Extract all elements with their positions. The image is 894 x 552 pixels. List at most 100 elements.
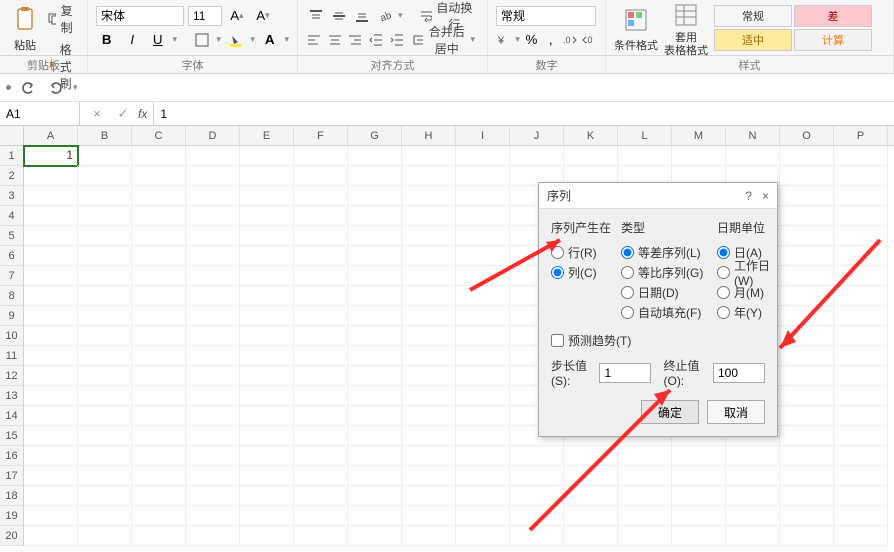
- cell[interactable]: [294, 286, 348, 306]
- cell[interactable]: [672, 446, 726, 466]
- cell[interactable]: [240, 386, 294, 406]
- increase-decimal-icon[interactable]: .0: [562, 29, 577, 51]
- cell[interactable]: [186, 526, 240, 546]
- cell[interactable]: [402, 526, 456, 546]
- cell[interactable]: [132, 446, 186, 466]
- cell[interactable]: [186, 266, 240, 286]
- cell[interactable]: [240, 506, 294, 526]
- col-header[interactable]: B: [78, 126, 132, 145]
- cell[interactable]: [780, 206, 834, 226]
- cell[interactable]: [780, 506, 834, 526]
- cell[interactable]: [780, 386, 834, 406]
- cell[interactable]: [294, 426, 348, 446]
- col-header[interactable]: F: [294, 126, 348, 145]
- cell[interactable]: [78, 486, 132, 506]
- cell[interactable]: [834, 526, 888, 546]
- cell[interactable]: [240, 226, 294, 246]
- cell[interactable]: [348, 346, 402, 366]
- cell[interactable]: [348, 226, 402, 246]
- cell[interactable]: [402, 466, 456, 486]
- cell[interactable]: [834, 466, 888, 486]
- style-good[interactable]: 适中: [714, 29, 792, 51]
- cell[interactable]: [780, 426, 834, 446]
- col-header[interactable]: I: [456, 126, 510, 145]
- number-format-combo[interactable]: [496, 6, 596, 26]
- cell[interactable]: [672, 146, 726, 166]
- cell[interactable]: [24, 246, 78, 266]
- cell[interactable]: [348, 166, 402, 186]
- align-bottom-icon[interactable]: [352, 5, 371, 27]
- cell[interactable]: [834, 186, 888, 206]
- cell[interactable]: [780, 186, 834, 206]
- style-bad[interactable]: 差: [794, 5, 872, 27]
- cell[interactable]: [294, 206, 348, 226]
- cell[interactable]: [834, 246, 888, 266]
- cell[interactable]: [186, 386, 240, 406]
- col-header[interactable]: O: [780, 126, 834, 145]
- cell[interactable]: [294, 306, 348, 326]
- radio-date[interactable]: 日期(D): [621, 282, 707, 302]
- col-header[interactable]: D: [186, 126, 240, 145]
- cell[interactable]: [240, 406, 294, 426]
- fill-color-button[interactable]: [225, 29, 247, 51]
- cell[interactable]: [78, 166, 132, 186]
- cell[interactable]: [294, 146, 348, 166]
- cell[interactable]: [132, 346, 186, 366]
- cell[interactable]: [240, 266, 294, 286]
- cell[interactable]: [348, 366, 402, 386]
- cell[interactable]: [456, 326, 510, 346]
- cell[interactable]: [78, 346, 132, 366]
- merge-center-button[interactable]: 合并后居中▾: [409, 21, 479, 59]
- col-header[interactable]: G: [348, 126, 402, 145]
- row-header[interactable]: 19: [0, 506, 23, 526]
- cell[interactable]: [402, 486, 456, 506]
- radio-growth[interactable]: 等比序列(G): [621, 262, 707, 282]
- cell[interactable]: [402, 406, 456, 426]
- table-format-icon[interactable]: [669, 0, 703, 32]
- col-header[interactable]: H: [402, 126, 456, 145]
- cell[interactable]: [456, 166, 510, 186]
- cell[interactable]: [510, 486, 564, 506]
- cell[interactable]: [402, 206, 456, 226]
- cell[interactable]: [348, 246, 402, 266]
- cell[interactable]: [348, 266, 402, 286]
- cell[interactable]: [78, 146, 132, 166]
- cell[interactable]: 1: [24, 146, 78, 166]
- cell[interactable]: [240, 326, 294, 346]
- cell[interactable]: [78, 446, 132, 466]
- cell[interactable]: [24, 406, 78, 426]
- cell[interactable]: [456, 406, 510, 426]
- cell[interactable]: [402, 166, 456, 186]
- cell[interactable]: [240, 186, 294, 206]
- italic-button[interactable]: I: [122, 29, 144, 51]
- cell[interactable]: [834, 266, 888, 286]
- cancel-button[interactable]: 取消: [707, 400, 765, 424]
- row-header[interactable]: 11: [0, 346, 23, 366]
- close-icon[interactable]: ×: [762, 189, 769, 203]
- cell[interactable]: [780, 366, 834, 386]
- cell[interactable]: [564, 506, 618, 526]
- row-header[interactable]: 6: [0, 246, 23, 266]
- row-header[interactable]: 16: [0, 446, 23, 466]
- cell[interactable]: [834, 426, 888, 446]
- cell[interactable]: [186, 186, 240, 206]
- cell[interactable]: [294, 226, 348, 246]
- cell[interactable]: [186, 486, 240, 506]
- cell[interactable]: [186, 406, 240, 426]
- cell[interactable]: [294, 486, 348, 506]
- cell[interactable]: [294, 466, 348, 486]
- cell[interactable]: [78, 246, 132, 266]
- cell[interactable]: [726, 466, 780, 486]
- cell[interactable]: [132, 246, 186, 266]
- cell[interactable]: [78, 526, 132, 546]
- cell[interactable]: [834, 306, 888, 326]
- cell[interactable]: [132, 266, 186, 286]
- radio-year[interactable]: 年(Y): [717, 302, 787, 322]
- radio-weekday[interactable]: 工作日(W): [717, 262, 787, 282]
- cell[interactable]: [456, 266, 510, 286]
- col-header[interactable]: A: [24, 126, 78, 145]
- cell[interactable]: [240, 366, 294, 386]
- cell[interactable]: [834, 346, 888, 366]
- cell[interactable]: [780, 346, 834, 366]
- cell[interactable]: [78, 266, 132, 286]
